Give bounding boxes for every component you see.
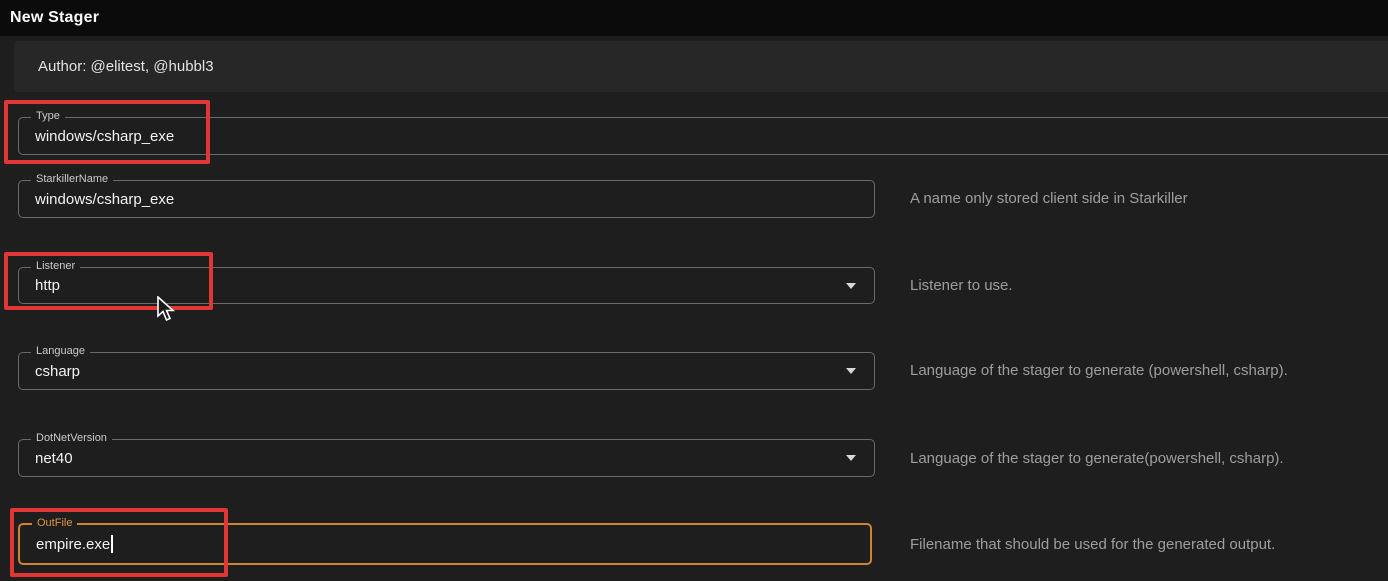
listener-value: http <box>35 268 60 303</box>
chevron-down-icon <box>846 283 856 289</box>
starkillername-input[interactable]: StarkillerName windows/csharp_exe <box>18 180 875 218</box>
author-text: Author: @elitest, @hubbl3 <box>38 41 214 92</box>
type-value: windows/csharp_exe <box>35 118 174 154</box>
type-select[interactable]: Type windows/csharp_exe <box>18 117 1388 155</box>
language-help: Language of the stager to generate (powe… <box>910 362 1288 379</box>
new-stager-page: { "header": { "title": "New Stager" }, "… <box>0 0 1388 581</box>
listener-select[interactable]: Listener http <box>18 267 875 304</box>
starkillername-value: windows/csharp_exe <box>35 181 174 217</box>
language-select[interactable]: Language csharp <box>18 352 875 390</box>
listener-help: Listener to use. <box>910 277 1013 294</box>
text-caret <box>111 535 113 553</box>
starkillername-help: A name only stored client side in Starki… <box>910 190 1188 207</box>
language-value: csharp <box>35 353 80 389</box>
page-title: New Stager <box>10 0 99 36</box>
chevron-down-icon <box>846 455 856 461</box>
chevron-down-icon <box>846 368 856 374</box>
outfile-value: empire.exe <box>36 525 113 563</box>
outfile-input[interactable]: OutFile empire.exe <box>18 523 872 565</box>
dotnetversion-select[interactable]: DotNetVersion net40 <box>18 439 875 477</box>
top-title-bar: New Stager <box>0 0 1388 36</box>
author-card: Author: @elitest, @hubbl3 <box>14 41 1388 92</box>
dotnetversion-value: net40 <box>35 440 73 476</box>
mouse-cursor-icon <box>156 296 178 329</box>
outfile-help: Filename that should be used for the gen… <box>910 536 1275 553</box>
dotnetversion-help: Language of the stager to generate(power… <box>910 450 1284 467</box>
